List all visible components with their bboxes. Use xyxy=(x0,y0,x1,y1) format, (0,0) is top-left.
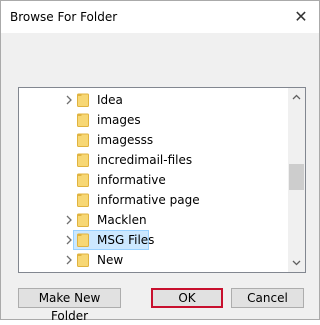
tree-item-label: incredimail-files xyxy=(97,153,193,167)
tree-item-label: Macklen xyxy=(97,213,147,227)
folder-icon xyxy=(77,213,89,227)
tree-item-label: New xyxy=(97,253,124,267)
ok-button[interactable]: OK xyxy=(151,288,223,308)
dialog-title: Browse For Folder xyxy=(10,10,118,24)
tree-item[interactable]: informative page xyxy=(19,190,287,210)
chevron-right-icon[interactable] xyxy=(63,214,75,226)
vertical-scrollbar[interactable] xyxy=(288,88,305,272)
folder-icon xyxy=(77,133,89,147)
scroll-down-arrow-icon[interactable] xyxy=(290,256,303,269)
make-new-folder-button[interactable]: Make New Folder xyxy=(18,288,121,323)
tree-item[interactable]: images xyxy=(19,110,287,130)
folder-icon xyxy=(77,93,89,107)
tree-item[interactable]: New xyxy=(19,250,287,270)
tree-item-label: MSG Files xyxy=(97,233,155,247)
scroll-up-arrow-icon[interactable] xyxy=(290,91,303,104)
tree-item[interactable]: incredimail-files xyxy=(19,150,287,170)
folder-icon xyxy=(77,113,89,127)
folder-icon xyxy=(77,233,89,247)
tree-item[interactable]: Macklen xyxy=(19,210,287,230)
folder-icon xyxy=(77,173,89,187)
scroll-thumb[interactable] xyxy=(289,164,304,190)
tree-item-label: informative page xyxy=(97,193,200,207)
folder-icon xyxy=(77,253,89,267)
title-bar: Browse For Folder ✕ xyxy=(1,1,319,33)
tree-item[interactable]: informative xyxy=(19,170,287,190)
folder-tree[interactable]: Idea images imagesss incredimail-files infor… xyxy=(18,87,306,273)
tree-item[interactable]: MSG Files xyxy=(19,230,287,250)
chevron-right-icon[interactable] xyxy=(63,234,75,246)
folder-icon xyxy=(77,193,89,207)
chevron-right-icon[interactable] xyxy=(63,94,75,106)
close-icon[interactable]: ✕ xyxy=(291,7,311,27)
tree-item[interactable]: imagesss xyxy=(19,130,287,150)
tree-item-label: informative xyxy=(97,173,166,187)
tree-item-label: images xyxy=(97,113,141,127)
tree-item-label: imagesss xyxy=(97,133,154,147)
cancel-button[interactable]: Cancel xyxy=(231,288,304,308)
tree-item-label: Idea xyxy=(97,93,123,107)
folder-icon xyxy=(77,153,89,167)
tree-item[interactable]: Idea xyxy=(19,90,287,110)
chevron-right-icon[interactable] xyxy=(63,254,75,266)
browse-folder-dialog: Browse For Folder ✕ Idea images imagesss in… xyxy=(0,0,320,323)
